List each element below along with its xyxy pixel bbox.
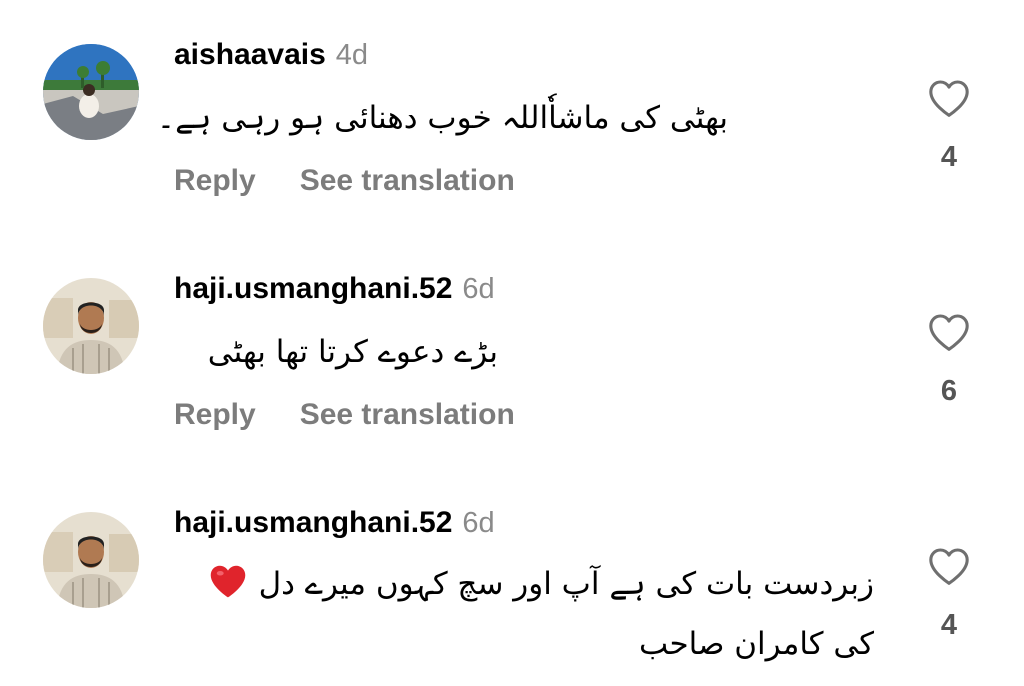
red-heart-emoji-icon	[210, 565, 246, 598]
comment-item: haji.usmanghani.52 6d زبردست بات کی ہے آ…	[0, 0, 1024, 686]
username[interactable]: haji.usmanghani.52	[174, 506, 452, 540]
avatar-image	[43, 512, 139, 608]
comment-text-line: زبردست بات کی ہے آپ اور سچ کہوں میرے دل	[258, 566, 874, 602]
comment-text-continuation: کی کامران صاحب	[639, 626, 874, 662]
comment-text: زبردست بات کی ہے آپ اور سچ کہوں میرے دل	[207, 562, 874, 602]
like-control: 4	[924, 546, 974, 642]
heart-outline-icon[interactable]	[927, 546, 971, 586]
comment-header: haji.usmanghani.52 6d	[174, 506, 495, 540]
timestamp: 6d	[462, 507, 495, 539]
avatar[interactable]	[43, 512, 139, 608]
like-count: 4	[940, 609, 958, 641]
